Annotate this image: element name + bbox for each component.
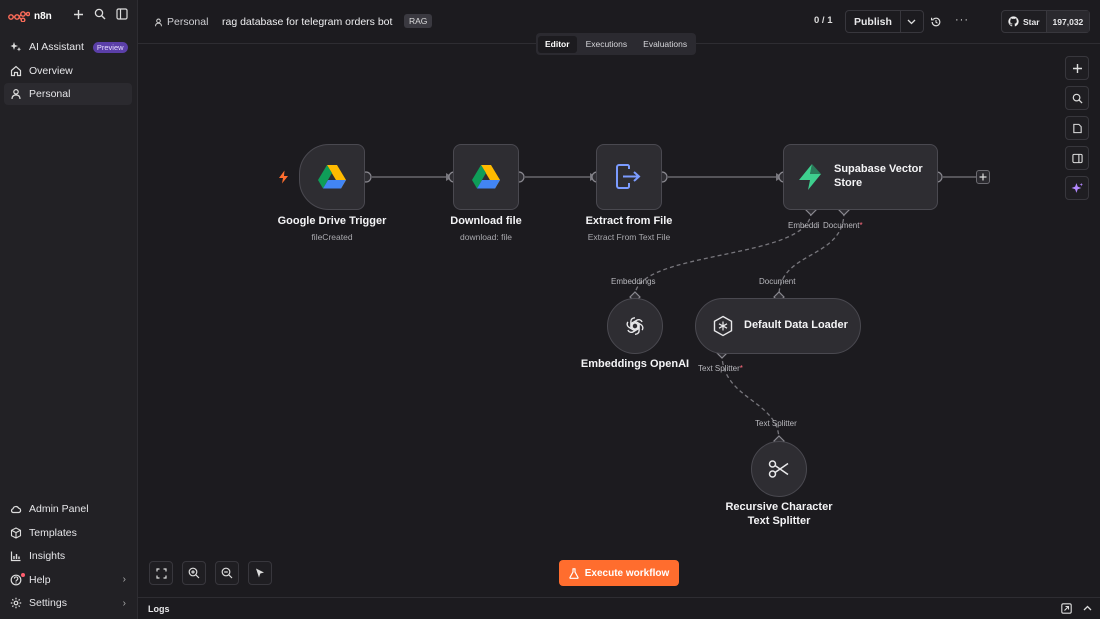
node-google-drive-trigger[interactable] [299, 144, 365, 210]
node-label: Embeddings OpenAI [580, 358, 690, 370]
node-label: Google Drive Trigger [277, 215, 387, 227]
node-default-data-loader[interactable]: Default Data Loader [695, 298, 861, 354]
node-label-line: Supabase Vector [834, 163, 923, 176]
node-label-line: Recursive Character [725, 501, 833, 513]
fit-view-button[interactable] [149, 561, 173, 585]
scissors-icon [768, 460, 789, 478]
port-label-text-splitter: Text Splitter [755, 419, 797, 428]
chevron-up-icon[interactable] [1083, 605, 1092, 611]
node-supabase-vector-store[interactable]: Supabase Vector Store [783, 144, 938, 210]
add-next-node-button[interactable] [976, 170, 990, 184]
port-label-embedding: Embeddi [788, 221, 820, 230]
select-tool-button[interactable] [248, 561, 272, 585]
node-subtitle: fileCreated [311, 232, 353, 242]
port-label-text-splitter: Text Splitter* [698, 364, 743, 373]
google-drive-icon [318, 165, 346, 189]
openai-icon [626, 317, 644, 335]
port-label-document: Document [759, 277, 796, 286]
node-subtitle: Extract From Text File [587, 232, 671, 242]
port-label-text: Document [823, 221, 860, 230]
port-label-embeddings: Embeddings [611, 277, 656, 286]
execute-workflow-button[interactable]: Execute workflow [559, 560, 679, 586]
node-recursive-character-text-splitter[interactable] [751, 441, 807, 497]
pointer-icon [256, 568, 264, 578]
data-loader-icon [713, 315, 733, 337]
node-label: Supabase Vector Store [834, 163, 923, 191]
supabase-icon [799, 164, 821, 190]
node-label: Default Data Loader [744, 319, 848, 332]
trigger-bolt-icon [279, 170, 288, 184]
node-label: Extract from File [585, 215, 673, 227]
port-label-text: Text Splitter [698, 364, 740, 373]
zoom-in-button[interactable] [182, 561, 206, 585]
plus-icon [979, 173, 987, 181]
required-mark: * [859, 221, 863, 230]
execute-workflow-label: Execute workflow [584, 567, 670, 579]
logs-label: Logs [148, 604, 170, 614]
zoom-out-button[interactable] [215, 561, 239, 585]
file-export-icon [616, 164, 641, 189]
node-label: Recursive Character Text Splitter [699, 501, 859, 529]
zoom-out-icon [221, 567, 233, 579]
node-label-line: Text Splitter [747, 514, 811, 527]
logs-panel-bar[interactable]: Logs [138, 597, 1100, 619]
zoom-in-icon [188, 567, 200, 579]
required-mark: * [739, 364, 743, 373]
port-label-document: Document* [823, 221, 863, 230]
node-label-line: Store [834, 177, 863, 189]
fit-view-icon [155, 567, 167, 579]
flask-icon [569, 567, 579, 579]
node-extract-from-file[interactable] [596, 144, 662, 210]
n8n-workflow-editor: n8n AI Assistant Preview Overview Person… [0, 0, 1100, 619]
open-panel-icon[interactable] [1061, 603, 1072, 614]
node-download-file[interactable] [453, 144, 519, 210]
node-embeddings-openai[interactable] [607, 298, 663, 354]
node-subtitle: download: file [460, 232, 512, 242]
node-label: Download file [450, 215, 522, 227]
connections-layer [360, 171, 976, 447]
google-drive-icon [472, 165, 500, 189]
